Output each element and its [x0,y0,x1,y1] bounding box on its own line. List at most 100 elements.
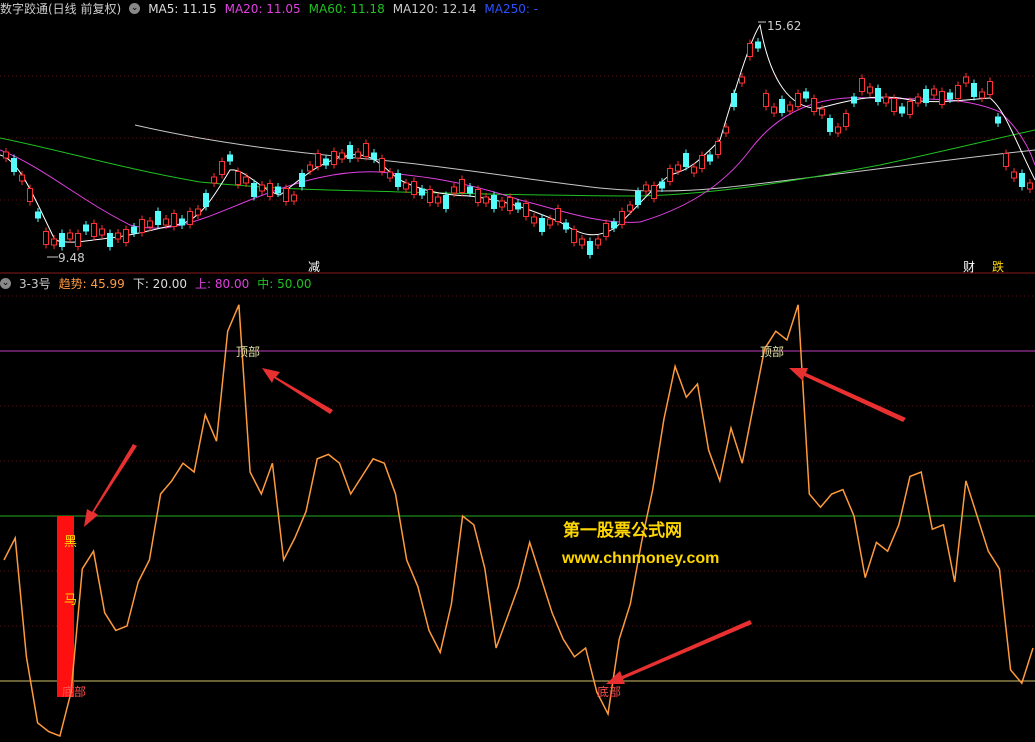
watermark-url[interactable]: www.chnmoney.com [562,550,719,568]
candle-body [851,96,857,104]
candle-body [739,76,745,84]
marker-jian: 减 [308,260,320,274]
candle-body [523,203,529,217]
candle-body [331,151,337,165]
candle-body [99,228,105,236]
candle-body [427,189,433,203]
candle-body [51,238,57,246]
price-annotations: 15.62 9.48 减 财 跌 [47,19,1004,274]
candle-body [763,93,769,107]
candle-body [187,211,193,225]
candle-body [491,195,497,209]
candle-body [987,81,993,95]
candlestick-series [3,38,1033,259]
candle-body [1003,153,1009,167]
candle-body [251,183,257,197]
candle-body [115,232,121,240]
trend-line [3,304,1034,738]
candle-body [635,191,641,205]
candle-body [283,188,289,202]
candle-body [867,86,873,94]
candle-body [323,158,329,166]
candle-body [899,106,905,114]
candle-body [3,151,9,159]
high-label: 15.62 [767,19,801,33]
candle-body [387,171,393,179]
candle-body [379,158,385,172]
candle-body [579,238,585,246]
candle-body [835,126,841,134]
candle-body [339,152,345,160]
candle-body [571,229,577,243]
candle-body [659,181,665,189]
candle-body [827,118,833,132]
candle-body [27,188,33,202]
candle-body [1019,173,1025,187]
candle-body [939,91,945,105]
candle-body [227,154,233,162]
candle-body [971,83,977,97]
candle-body [219,161,225,175]
candle-body [715,141,721,155]
candle-body [531,216,537,224]
candle-body [803,91,809,99]
candle-body [651,185,657,199]
black-horse-char-1: 黑 [64,535,77,550]
candle-body [275,186,281,194]
candle-body [667,168,673,182]
chart-canvas: 15.62 9.48 减 财 跌 黑 马 顶部 顶部 底部 底部 [0,19,1035,738]
candle-body [547,218,553,226]
candle-body [707,154,713,162]
candle-body [163,218,169,226]
candle-body [123,229,129,243]
candle-body [435,196,441,204]
indicator-grid [0,295,1035,627]
candle-body [307,164,313,172]
candle-body [195,208,201,216]
low-label: 9.48 [58,251,85,265]
arrow-icon [789,368,906,422]
black-horse-char-2: 马 [64,593,77,608]
candle-body [907,101,913,115]
candle-body [915,96,921,104]
candle-body [747,43,753,57]
marker-cai: 财 [963,260,975,274]
candle-body [467,186,473,194]
candle-body [627,204,633,212]
candle-body [139,219,145,233]
watermark-name: 第一股票公式网 [563,521,682,541]
candle-body [459,179,465,193]
candle-body [147,220,153,228]
arrow-icon [606,620,752,684]
candle-body [555,208,561,222]
candle-body [451,186,457,194]
candle-body [179,218,185,226]
candle-body [91,223,97,237]
arrow-icon [262,368,333,414]
top-label-2: 顶部 [760,344,784,359]
candle-body [347,145,353,159]
candle-body [155,211,161,225]
candle-body [1027,182,1033,190]
candle-body [723,126,729,134]
candle-body [963,76,969,84]
candle-body [683,153,689,167]
bottom-label-2: 底部 [597,684,621,699]
candle-body [59,233,65,247]
candle-body [203,193,209,207]
candle-body [539,218,545,232]
candle-body [171,213,177,227]
candle-body [19,174,25,182]
candle-body [443,195,449,209]
arrow-icon [84,444,137,527]
candle-body [875,88,881,102]
candle-body [563,222,569,230]
candle-body [419,188,425,196]
candle-body [675,164,681,172]
candle-body [819,108,825,116]
candle-body [75,233,81,247]
candle-body [795,93,801,107]
candle-body [243,176,249,184]
candle-body [587,241,593,255]
candle-body [1011,171,1017,179]
